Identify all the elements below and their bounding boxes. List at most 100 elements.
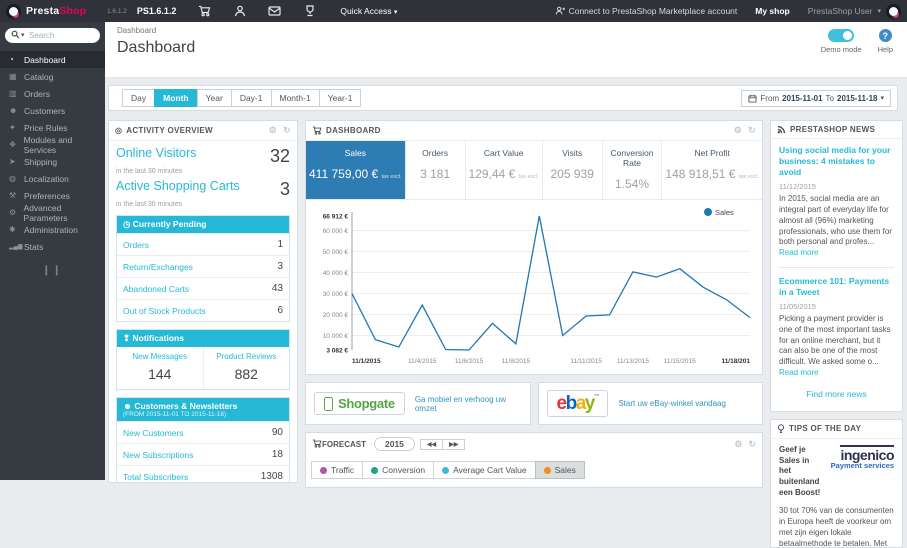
svg-text:11/15/2015: 11/15/2015 bbox=[664, 358, 696, 365]
ebay-logo: ebay™ bbox=[546, 390, 609, 417]
total-subscribers-row: Total Subscribers 1308 bbox=[117, 465, 289, 482]
shopgate-logo: Shopgate bbox=[314, 392, 405, 415]
metric-net-profit[interactable]: Net Profit 148 918,51 € tax excl. bbox=[662, 141, 762, 199]
sidebar-item-shipping[interactable]: ➤ Shipping bbox=[0, 153, 105, 170]
page-title: Dashboard bbox=[117, 39, 196, 56]
news-article: Using social media for your business: 4 … bbox=[779, 145, 894, 259]
toggle-on-icon[interactable] bbox=[828, 29, 855, 42]
sidebar-item-price-rules[interactable]: ✦ Price Rules bbox=[0, 119, 105, 136]
tab-month-1[interactable]: Month-1 bbox=[270, 89, 320, 107]
news-article-title[interactable]: Ecommerce 101: Payments in a Tweet bbox=[779, 276, 894, 298]
traffic-dot-icon bbox=[320, 466, 327, 474]
pending-row-abandoned-carts: Abandoned Carts 43 bbox=[117, 277, 289, 299]
panel-refresh-icon[interactable]: ↻ bbox=[748, 439, 756, 450]
legend-conversion[interactable]: Conversion bbox=[362, 461, 435, 479]
dashboard-icon: ◔ bbox=[9, 55, 14, 64]
read-more-link[interactable]: Read more bbox=[779, 368, 819, 377]
sidebar-item-catalog[interactable]: ▦ Catalog bbox=[0, 68, 105, 85]
calendar-icon bbox=[748, 94, 757, 103]
svg-text:11/1/2015: 11/1/2015 bbox=[352, 358, 381, 365]
sidebar-item-dashboard[interactable]: ◔ Dashboard bbox=[0, 51, 105, 68]
brand-name: PrestaShop bbox=[26, 5, 87, 17]
catalog-icon: ▦ bbox=[9, 72, 17, 81]
help-icon[interactable]: ? bbox=[878, 29, 892, 42]
panel-settings-icon[interactable]: ⚙ bbox=[734, 125, 742, 136]
cart-icon[interactable] bbox=[198, 5, 211, 18]
sidebar-item-stats[interactable]: ▂▄▆ Stats bbox=[0, 238, 105, 255]
sidebar-item-orders[interactable]: ▥ Orders bbox=[0, 85, 105, 102]
collapse-menu-button[interactable]: ❙❙ bbox=[0, 265, 105, 276]
cart-icon bbox=[312, 439, 322, 450]
sidebar-nav: ◔ Dashboard ▦ Catalog ▥ Orders ☻ Customers ✦… bbox=[0, 51, 105, 255]
prestashop-brand[interactable]: PrestaShop bbox=[6, 3, 105, 19]
legend-average-cart-value[interactable]: Average Cart Value bbox=[433, 461, 536, 479]
date-range-picker[interactable]: From 2015-11-01 To 2015-11-18 ▾ bbox=[741, 89, 891, 107]
messages-icon[interactable] bbox=[268, 5, 282, 18]
tab-year-1[interactable]: Year-1 bbox=[318, 89, 362, 107]
sidebar: ▾ ◔Dashboard ▦Catalog ▥Orders ☻Customers… bbox=[0, 22, 105, 480]
user-menu[interactable]: PrestaShop User ▾ bbox=[808, 3, 901, 19]
breadcrumb[interactable]: Dashboard bbox=[117, 26, 895, 35]
prestashop-logo-icon bbox=[6, 3, 21, 19]
svg-text:30 000 €: 30 000 € bbox=[323, 291, 349, 298]
forecast-prev-button[interactable]: ◀◀ bbox=[419, 438, 444, 450]
tips-heading: Geef je Sales in het buitenland een Boos… bbox=[779, 444, 821, 497]
stats-icon: ▂▄▆ bbox=[9, 244, 23, 250]
sidebar-item-customers[interactable]: ☻ Customers bbox=[0, 102, 105, 119]
read-more-link[interactable]: Read more bbox=[779, 248, 819, 257]
search-icon[interactable]: ▾ bbox=[11, 30, 25, 39]
news-article-title[interactable]: Using social media for your business: 4 … bbox=[779, 145, 894, 178]
customer-icon[interactable] bbox=[233, 5, 246, 18]
orders-icon: ▥ bbox=[9, 89, 17, 98]
tab-year[interactable]: Year bbox=[196, 89, 232, 107]
find-more-news-link[interactable]: Find more news bbox=[779, 389, 894, 399]
tab-month[interactable]: Month bbox=[154, 89, 198, 107]
sidebar-item-advanced-parameters[interactable]: ⚙ Advanced Parameters bbox=[0, 203, 105, 223]
preferences-icon: ⚒ bbox=[9, 191, 17, 200]
dashboard-panel: DASHBOARD ⚙ ↻ Sales 411 759,00 € tax excl… bbox=[305, 120, 763, 375]
shopgate-banner: Shopgate Ga mobiel en verhoog uw omzet bbox=[305, 382, 531, 425]
active-carts-link[interactable]: Active Shopping Carts bbox=[116, 179, 240, 193]
metric-visits[interactable]: Visits 205 939 bbox=[543, 141, 603, 199]
svg-text:11/18/201: 11/18/201 bbox=[721, 358, 750, 365]
metric-cart-value[interactable]: Cart Value 129,44 € tax excl. bbox=[466, 141, 543, 199]
panel-refresh-icon[interactable]: ↻ bbox=[748, 125, 756, 136]
quick-access-menu[interactable]: Quick Access ▾ bbox=[340, 6, 397, 16]
shopgate-link[interactable]: Ga mobiel en verhoog uw omzet bbox=[415, 395, 522, 413]
ebay-link[interactable]: Start uw eBay-winkel vandaag bbox=[618, 399, 726, 408]
help-button[interactable]: ? Help bbox=[878, 29, 893, 54]
customers-icon: ☻ bbox=[9, 106, 18, 115]
sidebar-item-modules[interactable]: ❖ Modules and Services bbox=[0, 135, 105, 155]
forecast-next-button[interactable]: ▶▶ bbox=[442, 438, 466, 450]
shopgate-phone-icon bbox=[324, 396, 333, 411]
online-visitors-link[interactable]: Online Visitors bbox=[116, 146, 196, 160]
tab-day-1[interactable]: Day-1 bbox=[230, 89, 272, 107]
metrics-row: Sales 411 759,00 € tax excl. Orders 3 181 … bbox=[306, 141, 762, 200]
metric-orders[interactable]: Orders 3 181 bbox=[406, 141, 466, 199]
my-shop-link[interactable]: My shop bbox=[755, 6, 789, 16]
legend-sales[interactable]: Sales bbox=[534, 461, 585, 479]
demo-mode-toggle[interactable]: Demo mode bbox=[821, 29, 862, 54]
svg-text:3 082 €: 3 082 € bbox=[326, 347, 348, 354]
period-tabs: Day Month Year Day-1 Month-1 Year-1 bbox=[122, 89, 362, 107]
trophy-icon[interactable] bbox=[303, 5, 316, 18]
chevron-down-icon: ▾ bbox=[21, 31, 25, 39]
panel-settings-icon[interactable]: ⚙ bbox=[734, 439, 742, 450]
forecast-year[interactable]: 2015 bbox=[374, 437, 415, 451]
administration-icon: ✱ bbox=[9, 225, 16, 234]
customers-newsletters-section: ☻ Customers & Newsletters (FROM 2015-11-0… bbox=[116, 397, 290, 482]
ingenico-logo: ingenico Payment services bbox=[830, 444, 894, 470]
sidebar-item-administration[interactable]: ✱ Administration bbox=[0, 221, 105, 238]
legend-traffic[interactable]: Traffic bbox=[311, 461, 364, 479]
sidebar-item-preferences[interactable]: ⚒ Preferences bbox=[0, 187, 105, 204]
activity-overview-panel: ◎ ACTIVITY OVERVIEW ⚙ ↻ Online Visitors … bbox=[108, 120, 298, 483]
clock-icon: ◷ bbox=[123, 219, 133, 229]
svg-text:11/11/2015: 11/11/2015 bbox=[570, 358, 602, 365]
marketplace-link[interactable]: Connect to PrestaShop Marketplace accoun… bbox=[555, 6, 737, 16]
tab-day[interactable]: Day bbox=[122, 89, 156, 107]
metric-sales[interactable]: Sales 411 759,00 € tax excl. bbox=[306, 141, 406, 199]
panel-refresh-icon[interactable]: ↻ bbox=[283, 125, 291, 136]
sidebar-item-localization[interactable]: ◍ Localization bbox=[0, 170, 105, 187]
panel-settings-icon[interactable]: ⚙ bbox=[269, 125, 277, 136]
metric-conversion-rate[interactable]: Conversion Rate 1.54% bbox=[603, 141, 663, 199]
